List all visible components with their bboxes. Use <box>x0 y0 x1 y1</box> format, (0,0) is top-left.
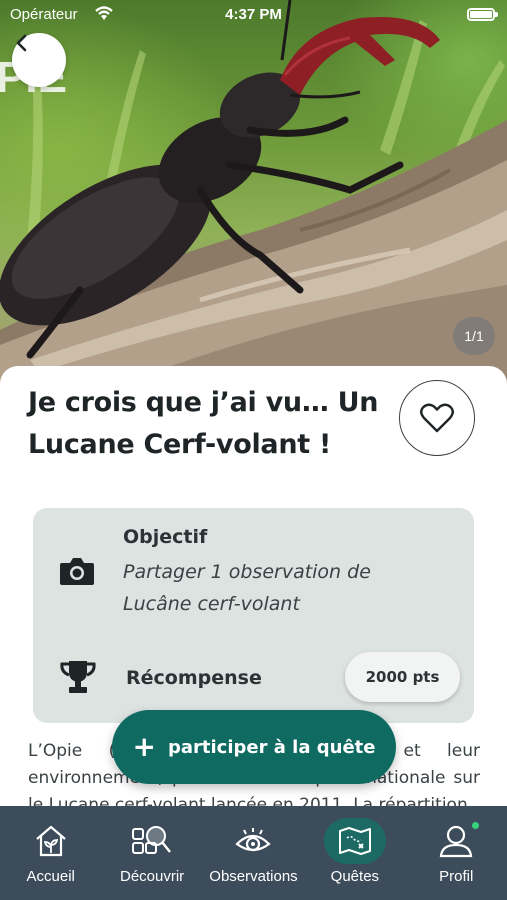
camera-icon <box>59 556 95 590</box>
heart-icon <box>420 403 454 433</box>
join-quest-label: participer à la quête <box>167 736 376 758</box>
house-icon <box>20 818 82 864</box>
tab-observations[interactable]: Observations <box>203 806 304 900</box>
stag-beetle-photo: PIE <box>0 0 507 385</box>
back-button[interactable] <box>12 33 66 87</box>
status-bar: Opérateur 4:37 PM <box>0 0 507 30</box>
reward-points-badge: 2000 pts <box>345 652 460 702</box>
bottom-tab-bar: Accueil Découvrir Observations Quêtes Pr… <box>0 806 507 900</box>
tab-accueil-label: Accueil <box>26 868 75 885</box>
notification-dot <box>471 822 479 829</box>
favorite-button[interactable] <box>399 380 475 456</box>
tab-decouvrir[interactable]: Découvrir <box>101 806 202 900</box>
chevron-left-icon <box>16 34 27 52</box>
status-time: 4:37 PM <box>225 6 282 23</box>
tab-accueil[interactable]: Accueil <box>0 806 101 900</box>
plus-icon: + <box>132 730 156 763</box>
join-quest-button[interactable]: + participer à la quête <box>112 710 396 784</box>
tab-observations-label: Observations <box>209 868 298 885</box>
tab-quetes[interactable]: Quêtes <box>304 806 405 900</box>
image-counter: 1/1 <box>453 317 495 355</box>
quest-title: Je crois que j’ai vu… Un Lucane Cerf-vol… <box>28 387 379 460</box>
map-icon <box>323 818 386 864</box>
objective-text: Partager 1 observation de Lucâne cerf-vo… <box>123 561 371 615</box>
tab-quetes-label: Quêtes <box>330 868 380 885</box>
battery-icon <box>467 8 498 21</box>
objective-label: Objectif <box>123 526 208 548</box>
reward-label: Récompense <box>126 667 262 689</box>
trophy-icon <box>59 660 97 698</box>
objective-card: Objectif Partager 1 observation de Lucân… <box>33 508 474 723</box>
discover-icon <box>121 818 183 864</box>
eye-icon <box>222 818 284 864</box>
tab-profil-label: Profil <box>439 868 474 885</box>
hero-photo[interactable]: PIE Opérateur 4:37 PM 1/1 <box>0 0 507 385</box>
tab-decouvrir-label: Découvrir <box>119 868 185 885</box>
tab-profil[interactable]: Profil <box>406 806 507 900</box>
